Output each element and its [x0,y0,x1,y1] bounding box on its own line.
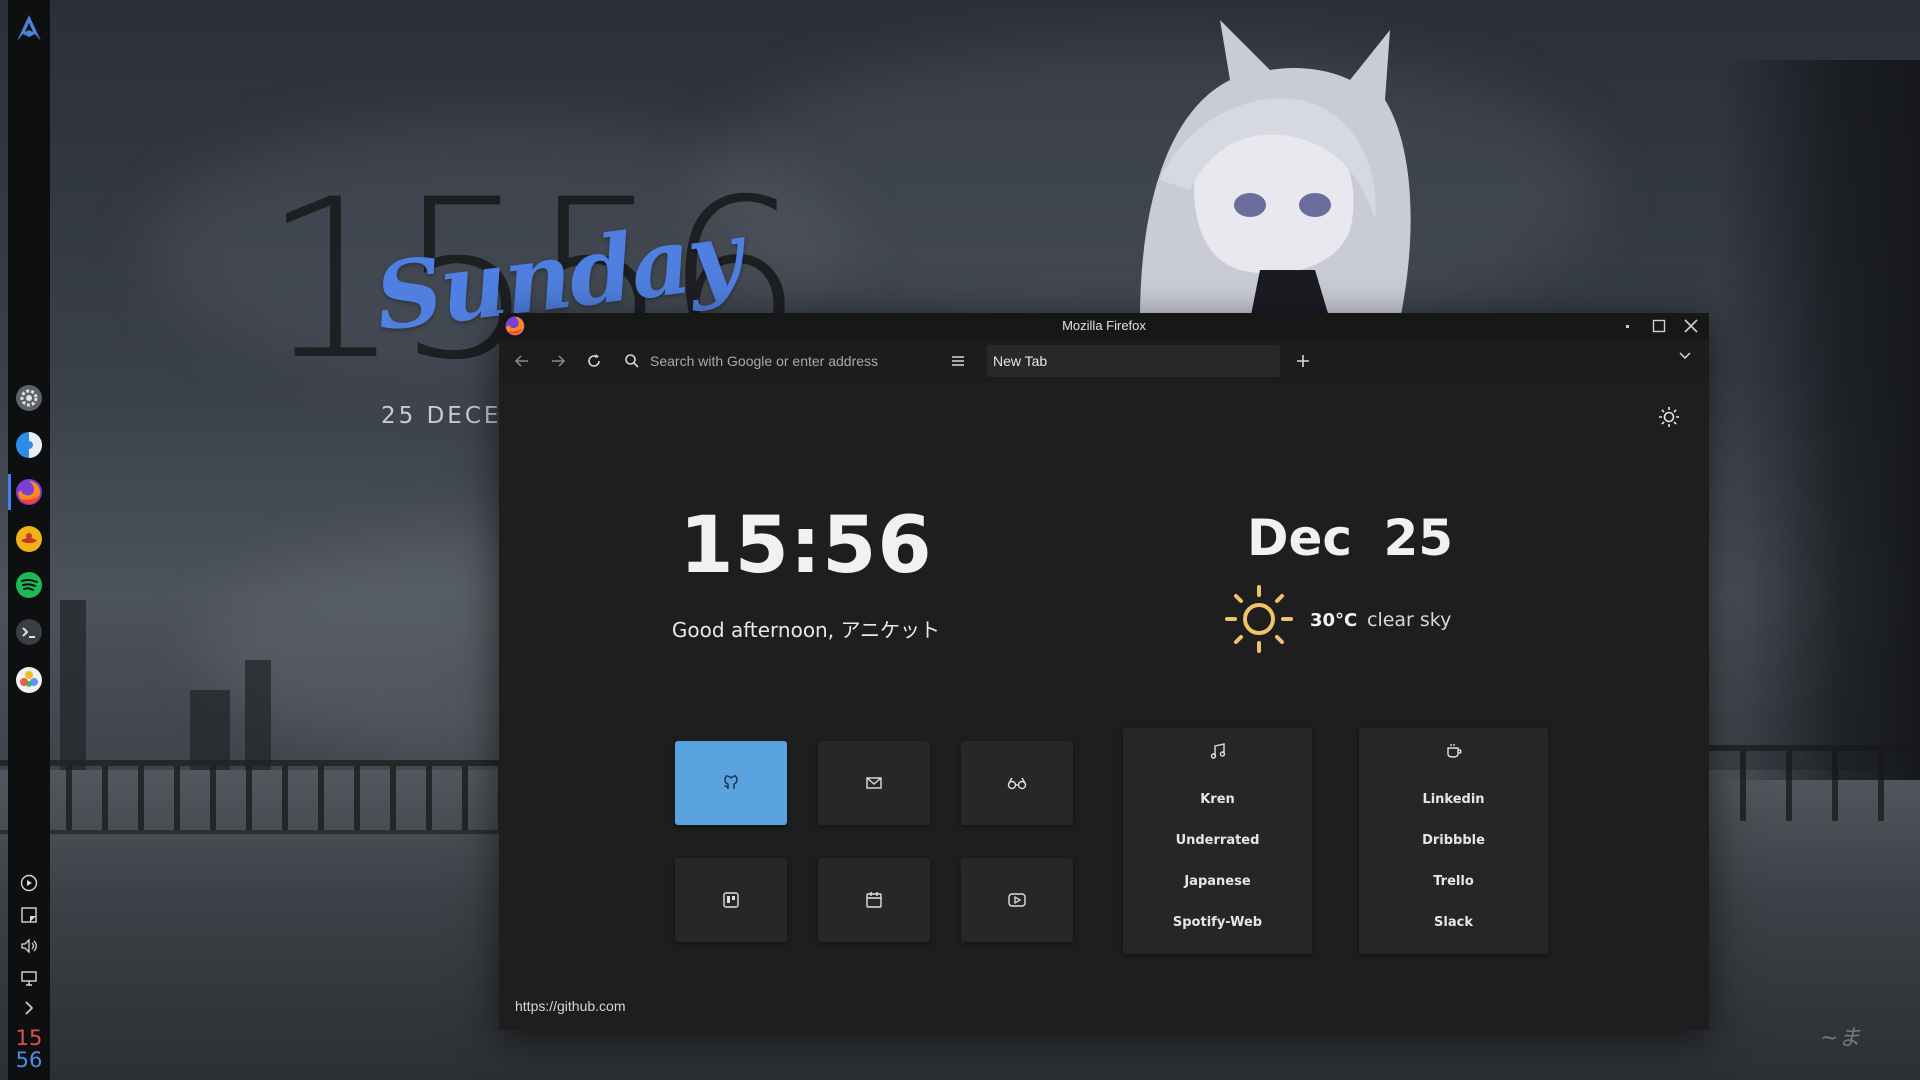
window-titlebar[interactable]: Mozilla Firefox [499,313,1709,339]
tab-title: New Tab [993,353,1048,369]
shortcut-youtube[interactable] [961,858,1073,942]
music-links-card: Kren Underrated Japanese Spotify-Web [1123,728,1312,954]
address-bar[interactable] [624,348,964,374]
greeting-text: Good afternoon, アニケット [671,618,941,642]
side-panel: 15 56 [8,0,50,1080]
window-title: Mozilla Firefox [1062,318,1146,333]
panel-clock: 15 56 [8,1027,50,1071]
firefox-window: Mozilla Firefox New Tab [499,313,1709,1030]
active-app-indicator [8,474,11,510]
link-dribbble[interactable]: Dribbble [1359,833,1548,848]
coffee-cup-icon [1446,744,1461,758]
theme-toggle-sun-icon[interactable] [1655,403,1683,431]
reload-icon[interactable] [582,349,606,373]
chevron-right-icon[interactable] [17,996,41,1020]
display-icon[interactable] [17,966,41,990]
menu-icon[interactable] [946,349,970,373]
glasses-icon [1007,777,1027,790]
newtab-clock: 15:56 [679,501,933,591]
browser-globe-icon[interactable] [13,429,45,461]
panel-clock-minute: 56 [15,1048,43,1072]
link-spotify-web[interactable]: Spotify-Web [1123,915,1312,930]
link-linkedin[interactable]: Linkedin [1359,792,1548,807]
new-tab-page: 15:56 Good afternoon, アニケット Dec 25 30°C … [499,383,1709,1030]
spotify-icon[interactable] [13,569,45,601]
youtube-icon [1008,893,1026,907]
weather-condition: clear sky [1367,609,1452,631]
new-tab-plus-icon[interactable] [1291,349,1315,373]
shortcut-github[interactable] [675,741,787,825]
shortcut-trello[interactable] [675,858,787,942]
shortcut-mail[interactable] [818,741,930,825]
artist-signature: ~ま [1820,1026,1861,1051]
minimize-button[interactable] [1617,316,1637,336]
weather-temperature: 30°C [1310,610,1358,631]
forward-arrow-icon[interactable] [546,349,570,373]
search-icon [625,354,639,368]
music-note-icon [1210,743,1225,759]
status-url: https://github.com [515,998,626,1014]
link-slack[interactable]: Slack [1359,915,1548,930]
genie-lamp-icon[interactable] [13,523,45,555]
system-settings-icon[interactable] [13,382,45,414]
link-underrated[interactable]: Underrated [1123,833,1312,848]
back-arrow-icon[interactable] [510,349,534,373]
maximize-button[interactable] [1649,316,1669,336]
mail-icon [866,777,882,789]
volume-icon[interactable] [17,934,41,958]
newtab-date: Dec 25 [1247,509,1454,567]
arch-launcher-icon[interactable] [13,12,45,44]
link-japanese[interactable]: Japanese [1123,874,1312,889]
link-trello[interactable]: Trello [1359,874,1548,889]
url-input[interactable] [648,352,952,370]
work-links-card: Linkedin Dribbble Trello Slack [1359,728,1548,954]
calendar-icon [866,892,882,908]
tab-list-chevron-down-icon[interactable] [1673,343,1697,367]
tab-new-tab[interactable]: New Tab [987,345,1280,377]
navigation-toolbar: New Tab [499,339,1709,383]
shortcut-reading[interactable] [961,741,1073,825]
shortcut-calendar[interactable] [818,858,930,942]
anime-character-art [1140,20,1411,320]
firefox-icon[interactable] [13,476,45,508]
panel-clock-hour: 15 [15,1026,43,1050]
link-kren[interactable]: Kren [1123,792,1312,807]
media-play-icon[interactable] [17,871,41,895]
photos-icon[interactable] [13,664,45,696]
terminal-icon[interactable] [13,616,45,648]
trello-icon [723,892,739,908]
weather-sun-icon [1225,585,1293,653]
close-button[interactable] [1681,316,1701,336]
notes-icon[interactable] [17,903,41,927]
github-icon [724,775,738,789]
